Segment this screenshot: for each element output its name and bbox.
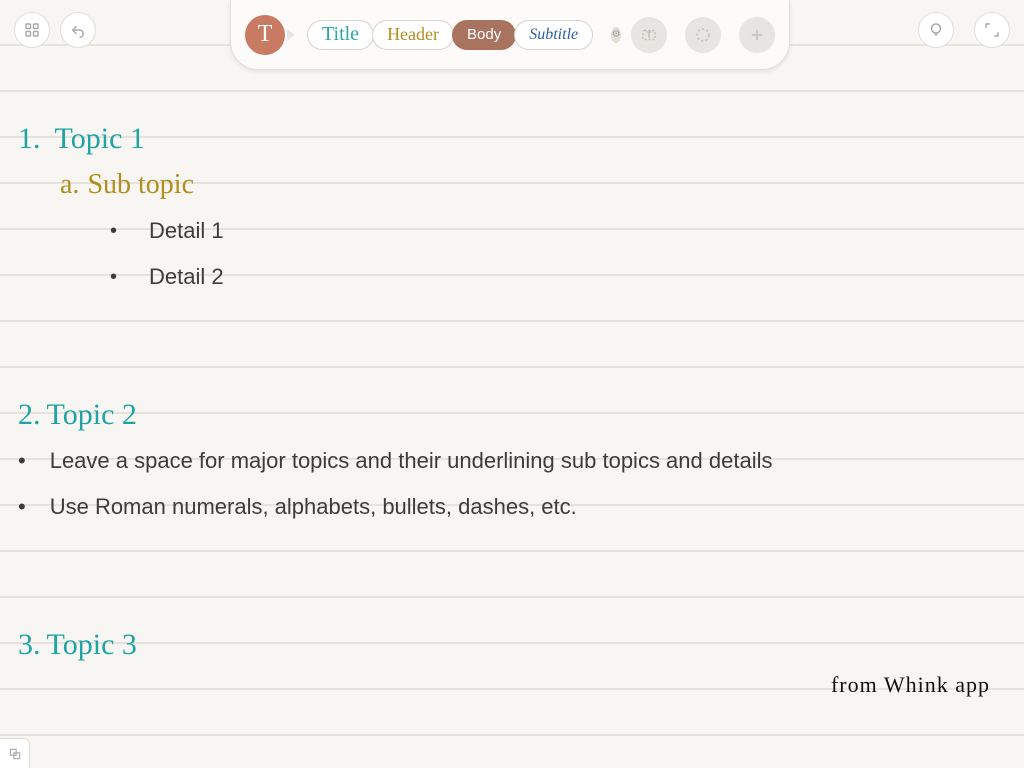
bullet-icon: • xyxy=(18,448,26,474)
resize-handle[interactable] xyxy=(0,738,30,768)
more-styles-button[interactable]: ⚙ xyxy=(611,27,621,43)
lasso-tool-button[interactable] xyxy=(685,17,721,53)
subtopic-a-label: Sub topic xyxy=(87,169,194,201)
subtopic-a-number: a. xyxy=(60,169,79,201)
detail-1[interactable]: • Detail 1 xyxy=(18,208,1006,254)
blank-line[interactable] xyxy=(18,300,1006,346)
topic-2-label: Topic 2 xyxy=(47,398,137,432)
detail-2-text: Detail 2 xyxy=(149,264,224,290)
tip-1[interactable]: • Leave a space for major topics and the… xyxy=(18,438,1006,484)
document-body[interactable]: 1. Topic 1 a. Sub topic • Detail 1 • Det… xyxy=(0,70,1024,668)
textbox-tool-button[interactable] xyxy=(631,17,667,53)
topbar-right xyxy=(918,12,1010,48)
idea-button[interactable] xyxy=(918,12,954,48)
blank-line[interactable] xyxy=(18,576,1006,622)
tip-2-text: Use Roman numerals, alphabets, bullets, … xyxy=(50,494,577,520)
bullet-icon: • xyxy=(110,266,117,289)
grid-menu-button[interactable] xyxy=(14,12,50,48)
topic-3[interactable]: 3. Topic 3 xyxy=(18,622,1006,668)
topic-1[interactable]: 1. Topic 1 xyxy=(18,116,1006,162)
tip-2[interactable]: • Use Roman numerals, alphabets, bullets… xyxy=(18,484,1006,530)
bullet-icon: • xyxy=(110,220,117,243)
tip-1-text: Leave a space for major topics and their… xyxy=(50,448,773,474)
topic-2-number: 2. xyxy=(18,398,41,432)
subtopic-a[interactable]: a. Sub topic xyxy=(18,162,1006,208)
topic-2[interactable]: 2. Topic 2 xyxy=(18,392,1006,438)
undo-button[interactable] xyxy=(60,12,96,48)
panel-right-tools xyxy=(631,17,775,53)
style-body-pill[interactable]: Body xyxy=(452,20,516,50)
blank-line[interactable] xyxy=(18,530,1006,576)
style-title-pill[interactable]: Title xyxy=(307,20,374,50)
add-tool-button[interactable] xyxy=(739,17,775,53)
style-subtitle-pill[interactable]: Subtitle xyxy=(514,20,593,50)
topic-1-number: 1. xyxy=(18,122,41,156)
bullet-icon: • xyxy=(18,494,26,520)
text-tool-badge[interactable]: T xyxy=(245,15,285,55)
fullscreen-button[interactable] xyxy=(974,12,1010,48)
detail-1-text: Detail 1 xyxy=(149,218,224,244)
topic-3-number: 3. xyxy=(18,628,41,662)
topic-1-label: Topic 1 xyxy=(55,122,145,156)
topic-3-label: Topic 3 xyxy=(47,628,137,662)
blank-line[interactable] xyxy=(18,346,1006,392)
style-pill-group: Title Header Body Subtitle xyxy=(309,20,593,50)
detail-2[interactable]: • Detail 2 xyxy=(18,254,1006,300)
signature-note: from Whink app xyxy=(831,672,990,698)
format-panel: T Title Header Body Subtitle ⚙ xyxy=(230,0,790,70)
style-header-pill[interactable]: Header xyxy=(372,20,454,50)
